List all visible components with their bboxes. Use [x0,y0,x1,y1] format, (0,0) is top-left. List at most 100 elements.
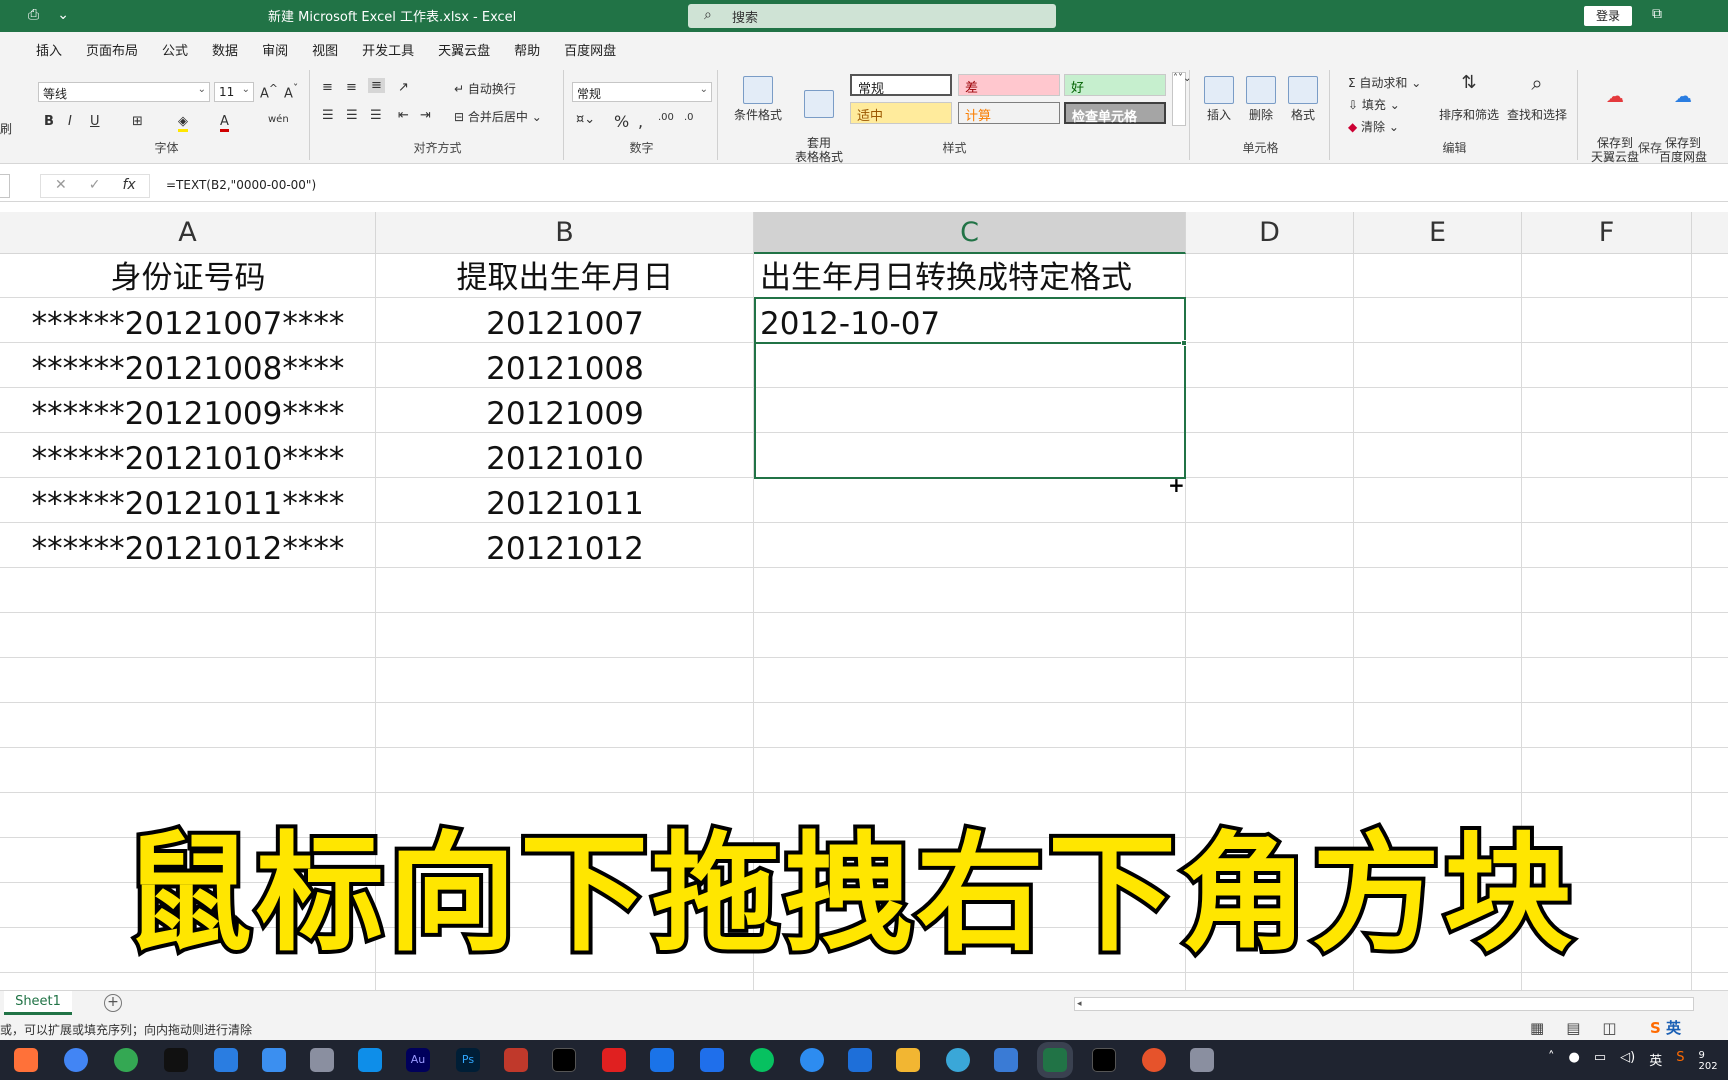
cell-b7[interactable]: 20121012 [376,527,754,571]
page-layout-view-icon[interactable]: ▤ [1566,1019,1580,1037]
touch-mode-icon[interactable]: ⎙ [28,7,39,23]
fill-button[interactable]: ⇩ 填充 ⌄ [1348,96,1400,113]
baidu-netdisk-task-icon[interactable] [262,1048,286,1072]
italic-icon[interactable]: I [68,114,72,129]
microphone-icon[interactable]: ● [1569,1050,1580,1072]
style-normal[interactable]: 常规 [850,74,952,97]
cancel-icon[interactable]: ✕ [55,177,67,197]
clear-button[interactable]: ◆ 清除 ⌄ [1348,118,1399,135]
wechat-icon[interactable] [750,1048,774,1072]
ribbon-display-options-icon[interactable]: ⧉ [1652,6,1662,22]
scroll-left-icon[interactable]: ◂ [1077,999,1082,1009]
increase-indent-icon[interactable]: ⇥ [420,108,431,123]
align-right-icon[interactable]: ☰ [370,108,382,123]
bilibili-upload-icon[interactable] [602,1048,626,1072]
cloud-drive-icon[interactable] [214,1048,238,1072]
sort-filter-button[interactable]: ⇅ 排序和筛选 [1436,74,1502,123]
app-icon-mountain[interactable] [650,1048,674,1072]
border-icon[interactable]: ⊞ [132,114,143,129]
cell-b3[interactable]: 20121008 [376,347,754,391]
normal-view-icon[interactable]: ▦ [1530,1019,1544,1037]
currency-icon[interactable]: ¤⌄ [576,112,595,127]
fill-color-icon[interactable]: ◈ [178,114,188,132]
style-neutral[interactable]: 适中 [850,102,952,124]
name-box[interactable] [0,174,10,198]
enter-icon[interactable]: ✓ [89,177,101,197]
network-icon[interactable]: ▭ [1594,1050,1606,1072]
cell-b4[interactable]: 20121009 [376,392,754,436]
comma-icon[interactable]: , [638,112,643,131]
styles-scroll[interactable]: ˄˅⌄ [1172,72,1191,126]
find-select-button[interactable]: ⌕ 查找和选择 [1502,73,1572,122]
style-calc[interactable]: 计算 [958,102,1060,124]
decrease-font-icon[interactable]: Aˇ [284,82,298,101]
cell-a7[interactable]: ******20121012**** [0,527,376,571]
tab-insert[interactable]: 插入 [24,32,74,64]
font-color-icon[interactable]: A [220,114,229,132]
align-middle-icon[interactable]: ≡ [346,80,357,95]
phonetic-icon[interactable]: wén [268,114,289,125]
qq-icon[interactable] [164,1048,188,1072]
page-break-view-icon[interactable]: ◫ [1602,1019,1616,1037]
tray-ime-icon[interactable]: 英 [1649,1050,1662,1072]
align-left-icon[interactable]: ☰ [322,108,334,123]
cell-a3[interactable]: ******20121008**** [0,347,376,391]
app-icon-gray[interactable] [1190,1048,1214,1072]
number-format-select[interactable]: 常规 ⌄ [572,82,712,102]
cell-a2[interactable]: ******20121007**** [0,302,376,346]
conditional-format-button[interactable]: 条件格式 [728,76,788,122]
percent-icon[interactable]: % [614,112,629,131]
customize-qat-icon[interactable]: ⌄ [57,7,69,23]
capcut-icon[interactable] [552,1048,576,1072]
insert-function-icon[interactable]: fx [122,177,135,197]
decrease-indent-icon[interactable]: ⇤ [398,108,409,123]
xmind-icon[interactable] [848,1048,872,1072]
font-size-select[interactable]: 11 ⌄ [214,82,254,102]
increase-font-icon[interactable]: A^ [260,82,278,101]
tab-help[interactable]: 帮助 [502,32,552,64]
tray-expand-icon[interactable]: ˄ [1548,1050,1555,1072]
align-center-icon[interactable]: ☰ [346,108,358,123]
sheet-tab-sheet1[interactable]: Sheet1 [4,991,72,1015]
app-icon-cat[interactable] [310,1048,334,1072]
autosum-button[interactable]: Σ 自动求和 ⌄ [1348,74,1421,91]
fill-handle[interactable] [1181,340,1187,346]
app-icon-color[interactable] [1142,1048,1166,1072]
orientation-icon[interactable]: ↗ [398,80,409,95]
column-header-c[interactable]: C [754,212,1186,254]
column-header-e[interactable]: E [1354,212,1522,254]
tab-data[interactable]: 数据 [200,32,250,64]
app-icon-blue[interactable] [358,1048,382,1072]
cell-c1[interactable]: 出生年月日转换成特定格式 [760,256,1132,300]
photoshop-icon[interactable]: Ps [456,1048,480,1072]
tab-view[interactable]: 视图 [300,32,350,64]
app-icon-cursor[interactable] [700,1048,724,1072]
search-app-icon[interactable] [800,1048,824,1072]
firefox-icon[interactable] [14,1048,38,1072]
format-painter-fragment[interactable]: 刷 [0,120,12,137]
file-explorer-icon[interactable] [896,1048,920,1072]
column-header-d[interactable]: D [1186,212,1354,254]
increase-decimal-icon[interactable]: .00 [658,112,674,123]
cell-a5[interactable]: ******20121010**** [0,437,376,481]
font-name-select[interactable]: 等线 ⌄ [38,82,210,102]
cell-b2[interactable]: 20121007 [376,302,754,346]
cell-b6[interactable]: 20121011 [376,482,754,526]
delete-cells-button[interactable]: 删除 [1242,76,1280,122]
cell-a4[interactable]: ******20121009**** [0,392,376,436]
search-box[interactable]: ⌕ 搜索 [688,4,1056,28]
selection-range[interactable] [754,297,1186,479]
horizontal-scrollbar[interactable]: ◂ [1074,997,1694,1011]
capcut-icon-2[interactable] [1092,1048,1116,1072]
column-header-g[interactable] [1692,212,1728,254]
sogou-tray-icon[interactable]: S [1676,1050,1684,1072]
style-bad[interactable]: 差 [958,74,1060,96]
browser-icon[interactable] [64,1048,88,1072]
tab-formulas[interactable]: 公式 [150,32,200,64]
tab-tianyi-cloud[interactable]: 天翼云盘 [426,32,502,64]
wrap-text-button[interactable]: ↵ 自动换行 [454,80,516,97]
underline-icon[interactable]: U [90,114,100,129]
merge-center-button[interactable]: ⊟ 合并后居中 ⌄ [454,108,542,125]
tab-baidu-netdisk[interactable]: 百度网盘 [552,32,628,64]
app-icon-bird[interactable] [994,1048,1018,1072]
